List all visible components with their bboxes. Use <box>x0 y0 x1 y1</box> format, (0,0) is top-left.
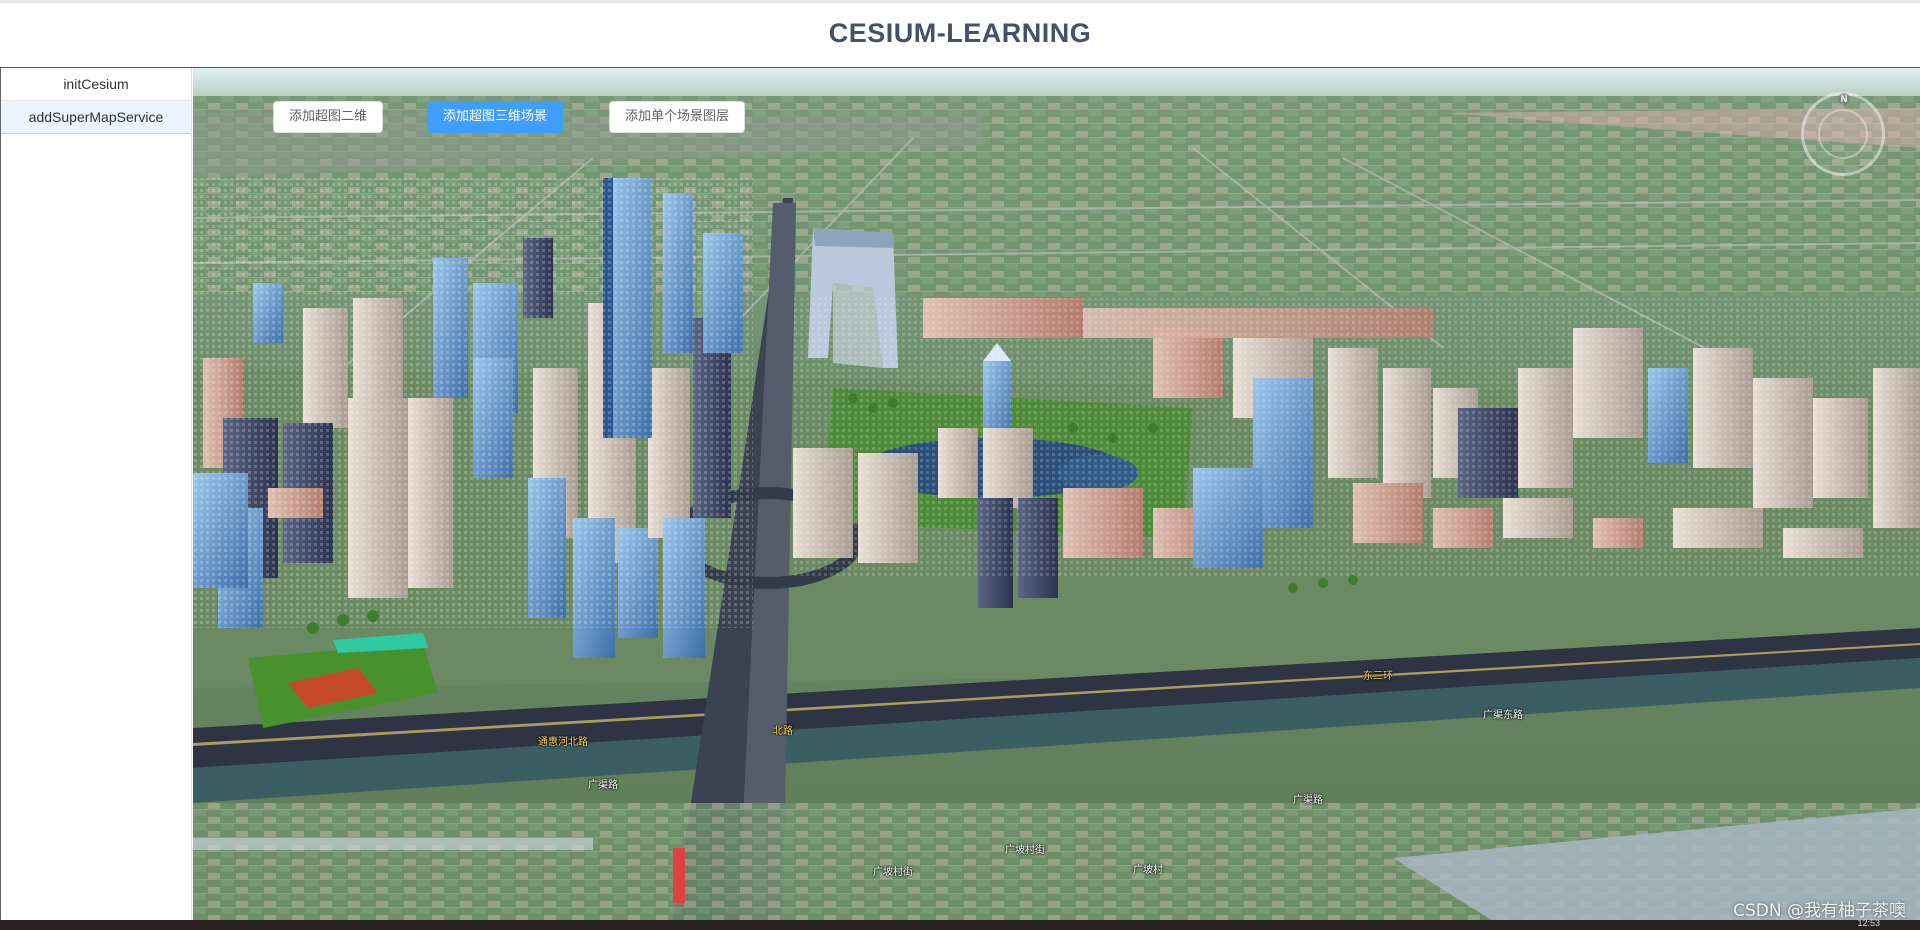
compass-north-icon: N <box>1838 93 1850 105</box>
road-label: 北路 <box>773 726 793 737</box>
sidebar-item-init-cesium[interactable]: initCesium <box>1 68 191 101</box>
main-frame: initCesium addSuperMapService 通惠河北路 北路 广… <box>0 67 1920 921</box>
road-label: 广渠东路 <box>1483 710 1523 721</box>
sky <box>193 68 1920 96</box>
taskbar-clock: 12:53 <box>1857 918 1880 928</box>
add-supermap-3d-scene-button[interactable]: 添加超图三维场景 <box>427 101 564 133</box>
page-title: CESIUM-LEARNING <box>828 18 1092 48</box>
add-single-scene-layer-button[interactable]: 添加单个场景图层 <box>609 101 746 133</box>
3d-city-scene[interactable] <box>193 68 1920 921</box>
watermark: CSDN @我有柚子茶噢 <box>1733 901 1906 921</box>
taskbar: 12:53 <box>0 918 1920 930</box>
navigation-compass[interactable]: N <box>1801 92 1885 176</box>
road-label: 广坡村街 <box>1005 845 1045 856</box>
road-label: 广渠路 <box>1293 795 1323 806</box>
compass-ring-icon[interactable] <box>1818 109 1868 159</box>
road-label: 东三环 <box>1363 671 1393 682</box>
sidebar-item-add-supermap-service[interactable]: addSuperMapService <box>1 101 191 134</box>
road-label: 广坡村街 <box>873 867 913 878</box>
road-label: 广渠路 <box>588 780 618 791</box>
sidebar: initCesium addSuperMapService <box>0 68 192 921</box>
cesium-viewer[interactable]: 通惠河北路 北路 广渠路 广坡村街 广坡村街 广坡村 广渠东路 东三环 广渠路 … <box>193 68 1920 921</box>
add-supermap-2d-button[interactable]: 添加超图二维 <box>273 101 384 133</box>
road-label: 广坡村 <box>1133 865 1163 876</box>
road-label: 通惠河北路 <box>538 737 588 748</box>
